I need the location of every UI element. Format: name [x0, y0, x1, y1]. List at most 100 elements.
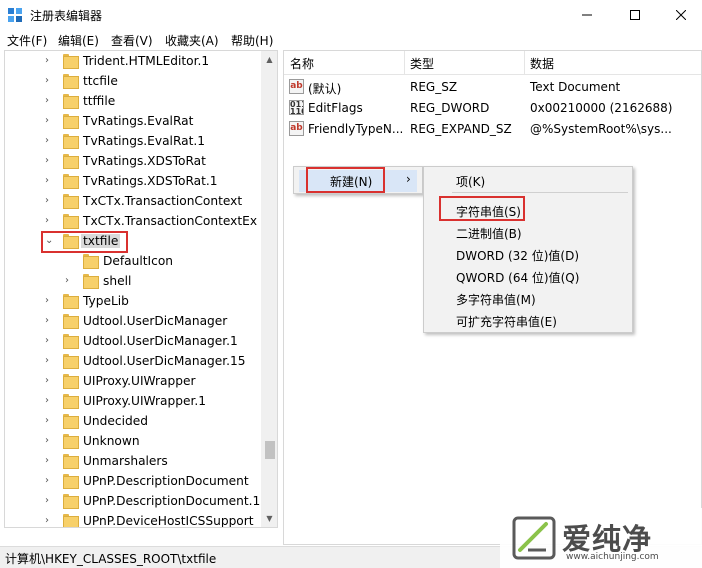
tree-item-label: UIProxy.UIWrapper: [83, 374, 196, 388]
tree-item-label: UPnP.DescriptionDocument: [83, 474, 249, 488]
tree-item[interactable]: › UPnP.DescriptionDocument: [5, 471, 261, 491]
chevron-right-icon[interactable]: ›: [45, 355, 55, 367]
chevron-right-icon[interactable]: ›: [45, 455, 55, 467]
chevron-right-icon[interactable]: ›: [45, 515, 55, 527]
tree-item-label: Unmarshalers: [83, 454, 168, 468]
folder-icon: [63, 154, 79, 169]
scrollbar-thumb[interactable]: [265, 441, 275, 459]
tree-item[interactable]: › UPnP.DeviceHostICSSupport: [5, 511, 261, 527]
folder-icon: [63, 454, 79, 469]
chevron-right-icon[interactable]: ›: [45, 195, 55, 207]
new-submenu: 项(K) 字符串值(S) 二进制值(B) DWORD (32 位)值(D) QW…: [423, 166, 633, 333]
tree-item[interactable]: › ttffile: [5, 91, 261, 111]
folder-icon: [63, 54, 79, 69]
chevron-right-icon[interactable]: ›: [45, 175, 55, 187]
value-data: Text Document: [530, 80, 621, 94]
scroll-up-icon[interactable]: ▲: [261, 51, 277, 68]
chevron-right-icon[interactable]: ›: [65, 275, 75, 287]
tree-item-label: TvRatings.XDSToRat: [83, 154, 206, 168]
tree-item[interactable]: › UIProxy.UIWrapper: [5, 371, 261, 391]
chevron-right-icon[interactable]: ›: [45, 435, 55, 447]
chevron-right-icon[interactable]: ›: [45, 115, 55, 127]
chevron-right-icon[interactable]: ›: [45, 495, 55, 507]
tree-item[interactable]: › ttcfile: [5, 71, 261, 91]
menu-view[interactable]: 查看(V): [111, 32, 153, 49]
column-divider[interactable]: [524, 51, 525, 74]
tree-item-label: ttcfile: [83, 74, 118, 88]
folder-icon: [63, 314, 79, 329]
submenu-item-multi-string-value[interactable]: 多字符串值(M): [456, 291, 536, 308]
column-header-type[interactable]: 类型: [410, 55, 434, 72]
tree-item[interactable]: DefaultIcon: [5, 251, 261, 271]
binary-value-icon: 011110: [289, 100, 304, 115]
folder-icon: [63, 354, 79, 369]
chevron-right-icon[interactable]: ›: [45, 415, 55, 427]
chevron-right-icon[interactable]: ›: [45, 335, 55, 347]
tree-item[interactable]: › Unknown: [5, 431, 261, 451]
chevron-right-icon[interactable]: ›: [45, 375, 55, 387]
close-button[interactable]: [658, 0, 702, 30]
value-data: 0x00210000 (2162688): [530, 101, 673, 115]
tree-item[interactable]: › Udtool.UserDicManager: [5, 311, 261, 331]
window-title: 注册表编辑器: [30, 9, 103, 23]
chevron-right-icon[interactable]: ›: [45, 155, 55, 167]
column-header-name[interactable]: 名称: [290, 55, 314, 72]
chevron-right-icon[interactable]: ›: [45, 475, 55, 487]
tree-item[interactable]: › Udtool.UserDicManager.15: [5, 351, 261, 371]
submenu-arrow-icon: ›: [406, 172, 411, 186]
tree-item[interactable]: › Trident.HTMLEditor.1: [5, 51, 261, 71]
tree-item[interactable]: › Udtool.UserDicManager.1: [5, 331, 261, 351]
tree-item[interactable]: › UIProxy.UIWrapper.1: [5, 391, 261, 411]
tree-item[interactable]: › Unmarshalers: [5, 451, 261, 471]
watermark-url: www.aichunjing.com: [566, 552, 659, 562]
tree-vertical-scrollbar[interactable]: ▲ ▼: [261, 51, 277, 527]
menu-help[interactable]: 帮助(H): [231, 32, 273, 49]
folder-icon: [63, 174, 79, 189]
column-header-data[interactable]: 数据: [530, 55, 554, 72]
tree-item[interactable]: › Undecided: [5, 411, 261, 431]
tree-item[interactable]: › TxCTx.TransactionContextEx: [5, 211, 261, 231]
tree-item-label: TxCTx.TransactionContextEx: [83, 214, 258, 228]
tree-item[interactable]: › UPnP.DescriptionDocument.1: [5, 491, 261, 511]
chevron-right-icon[interactable]: ›: [45, 395, 55, 407]
column-divider[interactable]: [404, 51, 405, 74]
tree-item-label: Unknown: [83, 434, 140, 448]
value-row[interactable]: ab (默认) REG_SZ Text Document: [284, 77, 701, 97]
minimize-button[interactable]: [564, 0, 610, 30]
tree-item[interactable]: › shell: [5, 271, 261, 291]
menu-file[interactable]: 文件(F): [7, 32, 47, 49]
menu-separator: [452, 192, 628, 193]
status-path: 计算机\HKEY_CLASSES_ROOT\txtfile: [5, 552, 217, 566]
menu-favorites[interactable]: 收藏夹(A): [165, 32, 219, 49]
submenu-item-expandable-string-value[interactable]: 可扩充字符串值(E): [456, 313, 557, 330]
tree-item-label: Undecided: [83, 414, 148, 428]
key-tree[interactable]: › UPnP.DeviceHostICSSupport › UPnP.Descript…: [4, 50, 278, 528]
tree-item[interactable]: › TypeLib: [5, 291, 261, 311]
menu-edit[interactable]: 编辑(E): [58, 32, 99, 49]
chevron-right-icon[interactable]: ›: [45, 315, 55, 327]
chevron-right-icon[interactable]: ›: [45, 295, 55, 307]
chevron-right-icon[interactable]: ›: [45, 215, 55, 227]
folder-icon: [63, 434, 79, 449]
value-type: REG_SZ: [410, 80, 458, 94]
tree-item[interactable]: › TvRatings.EvalRat.1: [5, 131, 261, 151]
chevron-right-icon[interactable]: ›: [45, 135, 55, 147]
chevron-right-icon[interactable]: ›: [45, 75, 55, 87]
submenu-item-dword-value[interactable]: DWORD (32 位)值(D): [456, 247, 579, 264]
value-name: FriendlyTypeN...: [308, 122, 404, 136]
tree-item[interactable]: › TvRatings.XDSToRat: [5, 151, 261, 171]
submenu-item-binary-value[interactable]: 二进制值(B): [456, 225, 522, 242]
submenu-item-qword-value[interactable]: QWORD (64 位)值(Q): [456, 269, 579, 286]
value-row[interactable]: ab FriendlyTypeN... REG_EXPAND_SZ @%Syst…: [284, 119, 701, 139]
menu-bar: 文件(F) 编辑(E) 查看(V) 收藏夹(A) 帮助(H): [0, 30, 702, 49]
maximize-button[interactable]: [612, 0, 658, 30]
tree-item[interactable]: › TvRatings.EvalRat: [5, 111, 261, 131]
registry-editor-icon: [8, 8, 22, 22]
chevron-right-icon[interactable]: ›: [45, 55, 55, 67]
chevron-right-icon[interactable]: ›: [45, 95, 55, 107]
scroll-down-icon[interactable]: ▼: [261, 510, 277, 527]
tree-item[interactable]: › TvRatings.XDSToRat.1: [5, 171, 261, 191]
tree-item[interactable]: › TxCTx.TransactionContext: [5, 191, 261, 211]
submenu-item-key[interactable]: 项(K): [456, 173, 485, 190]
value-row[interactable]: 011110 EditFlags REG_DWORD 0x00210000 (2…: [284, 98, 701, 118]
